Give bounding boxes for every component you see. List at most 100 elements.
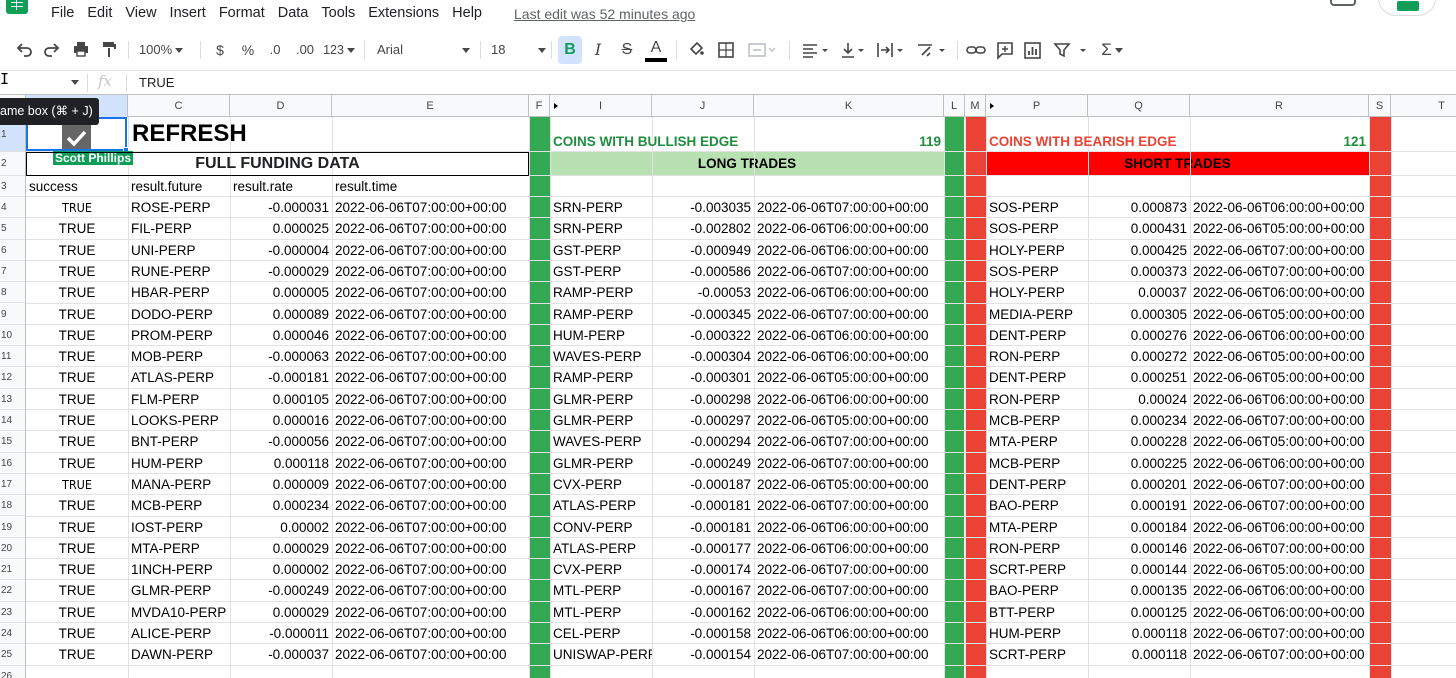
cell-success[interactable]: TRUE bbox=[26, 644, 128, 665]
cell-rate[interactable]: 0.000118 bbox=[230, 453, 332, 474]
short-cell-time[interactable]: 2022-06-06T07:00:00+00:00 bbox=[1190, 495, 1369, 516]
short-cell-future[interactable]: DENT-PERP bbox=[986, 474, 1088, 495]
short-cell-future[interactable]: SCRT-PERP bbox=[986, 559, 1088, 580]
short-cell-future[interactable]: BAO-PERP bbox=[986, 580, 1088, 601]
long-cell-future[interactable]: WAVES-PERP bbox=[550, 346, 652, 367]
row-header[interactable]: 21 bbox=[0, 559, 25, 581]
cell-future[interactable]: PROM-PERP bbox=[128, 325, 230, 346]
short-cell-time[interactable]: 2022-06-06T06:00:00+00:00 bbox=[1190, 580, 1369, 601]
menu-file[interactable]: File bbox=[51, 5, 74, 21]
cell-time[interactable]: 2022-06-06T07:00:00+00:00 bbox=[332, 240, 529, 261]
cell-future[interactable]: MANA-PERP bbox=[128, 474, 230, 495]
long-cell-rate[interactable]: -0.000294 bbox=[652, 431, 754, 452]
cell-time[interactable]: 2022-06-06T07:00:00+00:00 bbox=[332, 389, 529, 410]
row-header[interactable]: 20 bbox=[0, 538, 25, 560]
short-cell-time[interactable]: 2022-06-06T06:00:00+00:00 bbox=[1190, 325, 1369, 346]
cell-future[interactable]: IOST-PERP bbox=[128, 517, 230, 538]
row-header[interactable]: 8 bbox=[0, 282, 25, 304]
long-cell-time[interactable]: 2022-06-06T07:00:00+00:00 bbox=[754, 559, 944, 580]
cell-success[interactable]: TRUE bbox=[26, 559, 128, 580]
row-header[interactable]: 16 bbox=[0, 453, 25, 474]
cell-rate[interactable]: 0.000029 bbox=[230, 538, 332, 559]
row-header[interactable]: 15 bbox=[0, 431, 25, 453]
menu-tools[interactable]: Tools bbox=[321, 5, 355, 21]
short-cell-future[interactable]: HUM-PERP bbox=[986, 623, 1088, 644]
long-cell-rate[interactable]: -0.002802 bbox=[652, 218, 754, 239]
row-header[interactable]: 24 bbox=[0, 623, 25, 645]
row-header[interactable]: 18 bbox=[0, 495, 25, 517]
cell-success[interactable]: TRUE bbox=[26, 453, 128, 474]
long-cell-future[interactable]: WAVES-PERP bbox=[550, 431, 652, 452]
column-header[interactable]: J bbox=[652, 95, 754, 117]
cell-rate[interactable]: 0.000016 bbox=[230, 410, 332, 431]
short-cell-time[interactable]: 2022-06-06T07:00:00+00:00 bbox=[1190, 240, 1369, 261]
cell-time[interactable]: 2022-06-06T07:00:00+00:00 bbox=[332, 559, 529, 580]
long-cell-time[interactable]: 2022-06-06T06:00:00+00:00 bbox=[754, 325, 944, 346]
menu-view[interactable]: View bbox=[125, 5, 156, 21]
cell-rate[interactable]: -0.000011 bbox=[230, 623, 332, 644]
long-cell-future[interactable]: RAMP-PERP bbox=[550, 367, 652, 388]
cell-time[interactable]: 2022-06-06T07:00:00+00:00 bbox=[332, 282, 529, 303]
print-icon[interactable] bbox=[71, 36, 91, 64]
cell-rate[interactable]: -0.000029 bbox=[230, 261, 332, 282]
cell-success[interactable]: TRUE bbox=[26, 517, 128, 538]
short-cell-future[interactable]: SOS-PERP bbox=[986, 197, 1088, 218]
cell-rate[interactable]: 0.000046 bbox=[230, 325, 332, 346]
row-header[interactable]: 2 bbox=[0, 152, 25, 176]
row-header[interactable]: 11 bbox=[0, 346, 25, 368]
currency-format-button[interactable]: $ bbox=[212, 36, 228, 64]
long-cell-rate[interactable]: -0.000177 bbox=[652, 538, 754, 559]
text-wrapping-icon[interactable] bbox=[874, 36, 908, 64]
short-cell-future[interactable]: DENT-PERP bbox=[986, 325, 1088, 346]
sheet-grid[interactable]: LONG TRADES SHORT TRADES Scott Phillips … bbox=[26, 117, 1456, 678]
column-header[interactable]: K bbox=[754, 95, 944, 117]
long-cell-rate[interactable]: -0.000297 bbox=[652, 410, 754, 431]
formula-input[interactable]: TRUE bbox=[139, 75, 174, 90]
cell-future[interactable]: FLM-PERP bbox=[128, 389, 230, 410]
cell-time[interactable]: 2022-06-06T07:00:00+00:00 bbox=[332, 346, 529, 367]
short-cell-rate[interactable]: 0.000125 bbox=[1088, 602, 1190, 623]
long-cell-time[interactable]: 2022-06-06T07:00:00+00:00 bbox=[754, 304, 944, 325]
long-cell-future[interactable]: SRN-PERP bbox=[550, 218, 652, 239]
borders-icon[interactable] bbox=[716, 36, 736, 64]
long-cell-future[interactable]: RAMP-PERP bbox=[550, 282, 652, 303]
long-cell-time[interactable]: 2022-06-06T06:00:00+00:00 bbox=[754, 517, 944, 538]
row-header[interactable]: 13 bbox=[0, 389, 25, 410]
row-header[interactable]: 4 bbox=[0, 197, 25, 219]
horizontal-align-icon[interactable] bbox=[800, 36, 832, 64]
long-cell-future[interactable]: UNISWAP-PERP bbox=[550, 644, 652, 665]
cell-success[interactable]: TRUE bbox=[26, 431, 128, 452]
short-cell-time[interactable]: 2022-06-06T05:00:00+00:00 bbox=[1190, 367, 1369, 388]
long-cell-rate[interactable]: -0.000167 bbox=[652, 580, 754, 601]
cell-future[interactable]: MTA-PERP bbox=[128, 538, 230, 559]
row-header[interactable]: 7 bbox=[0, 261, 25, 283]
redo-icon[interactable] bbox=[42, 36, 62, 64]
short-cell-future[interactable]: DENT-PERP bbox=[986, 367, 1088, 388]
short-cell-rate[interactable]: 0.000146 bbox=[1088, 538, 1190, 559]
insert-chart-icon[interactable] bbox=[1022, 36, 1044, 64]
short-cell-time[interactable]: 2022-06-06T07:00:00+00:00 bbox=[1190, 261, 1369, 282]
cell-rate[interactable]: 0.000005 bbox=[230, 282, 332, 303]
sheets-logo-icon[interactable] bbox=[6, 0, 28, 14]
cell-time[interactable]: 2022-06-06T07:00:00+00:00 bbox=[332, 261, 529, 282]
italic-button[interactable]: I bbox=[589, 36, 607, 64]
row-header[interactable]: 17 bbox=[0, 474, 25, 496]
short-cell-future[interactable]: HOLY-PERP bbox=[986, 282, 1088, 303]
row-header[interactable]: 12 bbox=[0, 367, 25, 389]
short-cell-future[interactable]: MCB-PERP bbox=[986, 410, 1088, 431]
cell-future[interactable]: BNT-PERP bbox=[128, 431, 230, 452]
short-cell-future[interactable]: MEDIA-PERP bbox=[986, 304, 1088, 325]
short-cell-future[interactable]: SOS-PERP bbox=[986, 261, 1088, 282]
insert-link-icon[interactable] bbox=[965, 36, 987, 64]
row-header[interactable]: 23 bbox=[0, 602, 25, 623]
column-header[interactable]: D bbox=[230, 95, 332, 117]
long-cell-future[interactable]: MTL-PERP bbox=[550, 580, 652, 601]
menu-extensions[interactable]: Extensions bbox=[368, 5, 439, 21]
row-header[interactable]: 5 bbox=[0, 218, 25, 240]
short-cell-time[interactable]: 2022-06-06T06:00:00+00:00 bbox=[1190, 389, 1369, 410]
cell-future[interactable]: UNI-PERP bbox=[128, 240, 230, 261]
column-header[interactable]: S bbox=[1369, 95, 1391, 117]
short-cell-rate[interactable]: 0.000373 bbox=[1088, 261, 1190, 282]
cell-rate[interactable]: -0.000037 bbox=[230, 644, 332, 665]
row-header[interactable]: 25 bbox=[0, 644, 25, 666]
